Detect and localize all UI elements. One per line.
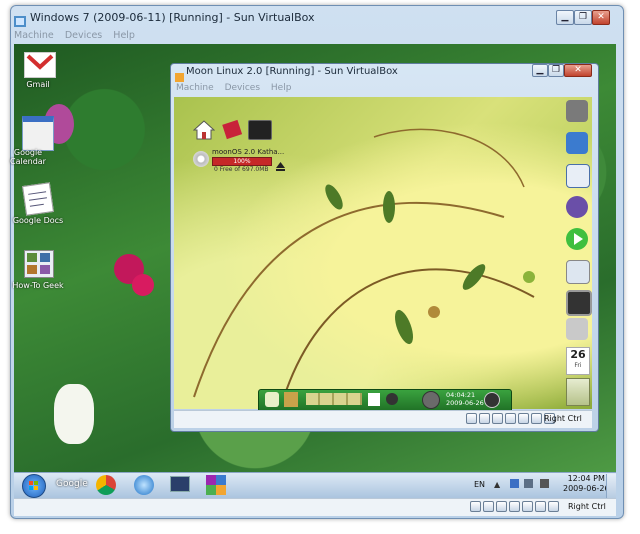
- inner-menu-help[interactable]: Help: [271, 83, 292, 93]
- disk-name: moonOS 2.0 Katha...: [212, 148, 285, 156]
- hdd-status-icon[interactable]: [470, 501, 481, 512]
- show-hidden-icons-icon[interactable]: ▲: [494, 480, 500, 489]
- desktop-icon-label: Gmail: [26, 80, 50, 89]
- show-desktop-button[interactable]: [606, 474, 616, 498]
- ie-icon[interactable]: [134, 475, 154, 495]
- monitor-icon[interactable]: [566, 290, 592, 316]
- desktop-icon-calendar[interactable]: [22, 116, 54, 151]
- flower-decoration: [54, 384, 94, 444]
- inner-menu-machine[interactable]: Machine: [176, 83, 214, 93]
- network-status-icon[interactable]: [509, 501, 520, 512]
- outer-host-key-label: Right Ctrl: [568, 502, 606, 511]
- terminal-icon[interactable]: [248, 120, 272, 140]
- moonos-desktop: [174, 97, 592, 409]
- hdd-status-icon[interactable]: [466, 413, 477, 424]
- cd-status-icon[interactable]: [479, 413, 490, 424]
- home-icon[interactable]: [192, 120, 216, 140]
- chrome-icon[interactable]: [96, 475, 116, 495]
- folder-icon[interactable]: [284, 392, 298, 407]
- menu-devices[interactable]: Devices: [65, 30, 102, 41]
- inner-window-title: Moon Linux 2.0 [Running] - Sun VirtualBo…: [186, 66, 398, 77]
- disk-free-text: 0 Free of 697.0MB: [214, 166, 269, 173]
- monitor-icon[interactable]: [170, 476, 190, 492]
- menu-help[interactable]: Help: [113, 30, 135, 41]
- desktop-icon-label: Google Calendar: [10, 148, 46, 166]
- howtogeek-icon: [24, 250, 54, 278]
- start-button[interactable]: [22, 474, 46, 498]
- desktop-icon-gmail[interactable]: [22, 52, 56, 78]
- shared-folder-icon[interactable]: [518, 413, 529, 424]
- desktop-icon-label: How-To Geek: [12, 281, 64, 290]
- panel-clock: 04:04:21 2009-06-26: [446, 391, 484, 407]
- pidgin-icon[interactable]: [566, 196, 588, 218]
- tray-clock[interactable]: 12:04 PM 2009-06-26: [563, 474, 610, 494]
- calendar-day: 26: [570, 348, 586, 361]
- swirl-decoration: [193, 128, 535, 398]
- volume-tray-icon[interactable]: [540, 479, 549, 488]
- mouse-integration-icon[interactable]: [535, 501, 546, 512]
- menu-machine[interactable]: Machine: [14, 30, 54, 41]
- inner-close-button[interactable]: ✕: [564, 64, 592, 77]
- google-search-label[interactable]: Google: [56, 479, 88, 489]
- desktop-icon-howtogeek[interactable]: [24, 250, 54, 278]
- restore-button[interactable]: ❐: [574, 10, 592, 25]
- keyboard-capture-icon[interactable]: [548, 501, 559, 512]
- inner-menu-devices[interactable]: Devices: [225, 83, 260, 93]
- media-player-icon[interactable]: [566, 228, 588, 250]
- taskbar-date: 2009-06-26: [563, 484, 610, 493]
- eject-icon[interactable]: [276, 156, 285, 175]
- outer-status-icons: [470, 501, 559, 512]
- blank-window-icon[interactable]: [368, 393, 380, 406]
- calendar-icon: [22, 116, 54, 151]
- inner-status-icons: [466, 413, 555, 424]
- network-status-icon[interactable]: [505, 413, 516, 424]
- gimp-icon[interactable]: [566, 100, 588, 122]
- calendar-icon[interactable]: 26 Fri: [566, 347, 590, 375]
- inner-restore-button[interactable]: ❐: [548, 64, 564, 77]
- host-key-label: Right Ctrl: [544, 414, 582, 423]
- volume-icon[interactable]: [386, 393, 398, 405]
- inner-minimize-button[interactable]: ▁: [532, 64, 548, 77]
- minimize-button[interactable]: ▁: [556, 10, 574, 25]
- clock-time: 04:04:21: [446, 391, 476, 399]
- workspace-switcher[interactable]: [306, 393, 362, 405]
- virtualbox-icon: [14, 12, 26, 27]
- usb-status-icon[interactable]: [496, 501, 507, 512]
- desktop-icon-docs[interactable]: [22, 182, 54, 216]
- language-indicator[interactable]: EN: [474, 480, 485, 489]
- menu-icon[interactable]: [265, 392, 279, 407]
- inner-menubar: Machine Devices Help: [176, 83, 299, 93]
- calendar-weekday: Fri: [574, 362, 582, 369]
- cd-status-icon[interactable]: [483, 501, 494, 512]
- window-title: Windows 7 (2009-06-11) [Running] - Sun V…: [30, 11, 315, 24]
- shared-folder-icon[interactable]: [522, 501, 533, 512]
- desktop-icon-label: Google Docs: [12, 216, 64, 225]
- clock-date: 2009-06-26: [446, 399, 484, 407]
- network-status-icon[interactable]: [422, 391, 440, 409]
- mouse-integration-icon[interactable]: [531, 413, 542, 424]
- gmail-icon: [24, 52, 56, 78]
- flower-decoration: [132, 274, 154, 296]
- usb-status-icon[interactable]: [492, 413, 503, 424]
- book-icon[interactable]: [221, 118, 243, 140]
- taskbar-time: 12:04 PM: [567, 474, 605, 483]
- close-button[interactable]: ✕: [592, 10, 610, 25]
- outer-menubar: Machine Devices Help: [14, 30, 614, 44]
- action-center-icon[interactable]: [510, 479, 519, 488]
- network-icon[interactable]: [566, 132, 588, 154]
- disk-progress-bar: 100%: [212, 157, 272, 166]
- trash-icon[interactable]: [566, 378, 590, 406]
- power-icon[interactable]: [484, 392, 500, 408]
- disk-icon: [193, 151, 209, 167]
- printer-icon[interactable]: [566, 318, 588, 340]
- docs-icon: [22, 182, 54, 216]
- network-tray-icon[interactable]: [524, 479, 533, 488]
- files-icon[interactable]: [566, 260, 590, 284]
- virtualbox-icon[interactable]: [206, 475, 226, 495]
- editor-icon[interactable]: [566, 164, 590, 188]
